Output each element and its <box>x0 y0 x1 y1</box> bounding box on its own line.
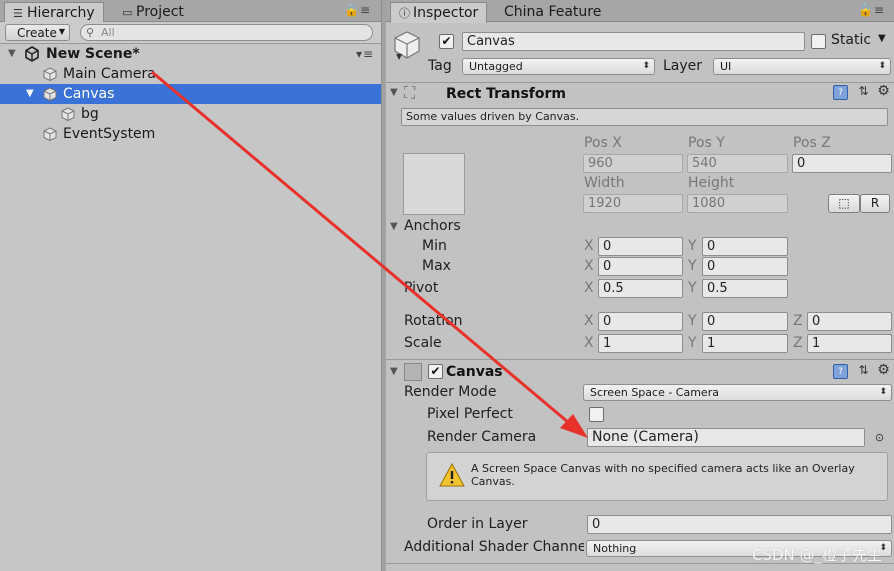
rotation-z-field[interactable]: 0 <box>807 312 892 331</box>
pos-x-field[interactable]: 960 <box>583 154 683 173</box>
pos-y-field[interactable]: 540 <box>687 154 788 173</box>
hierarchy-toolbar: Create ▼ ⚲ All <box>0 22 381 44</box>
scene-row[interactable]: ▼ New Scene* ▾≡ <box>0 44 381 64</box>
layer-dropdown[interactable]: UI ⬍ <box>713 58 891 75</box>
rect-transform-icon: ⛶ <box>404 83 416 102</box>
updown-icon: ⬍ <box>642 61 650 71</box>
lock-menu-icon[interactable]: 🔒≡ <box>858 3 885 17</box>
list-item-canvas[interactable]: ▼ Canvas <box>0 84 381 104</box>
hierarchy-tabbar: ☰ Hierarchy ▭ Project 🔒≡ <box>0 0 381 23</box>
scale-z-field[interactable]: 1 <box>807 334 892 353</box>
height-field[interactable]: 1080 <box>687 194 788 213</box>
icon-dropdown-arrow[interactable]: ▼ <box>396 52 402 61</box>
collapse-triangle-icon[interactable]: ▼ <box>390 87 398 98</box>
updown-icon: ⬍ <box>878 61 886 71</box>
raw-edit-button[interactable]: R <box>860 194 890 213</box>
expand-triangle-icon[interactable]: ▼ <box>26 84 34 104</box>
gameobject-cube-icon <box>43 67 57 81</box>
updown-icon: ⬍ <box>879 387 887 397</box>
object-name-field[interactable]: Canvas <box>462 32 805 51</box>
anchors-triangle-icon[interactable]: ▼ <box>390 221 398 232</box>
list-item-bg[interactable]: bg <box>0 104 381 124</box>
list-item-eventsystem[interactable]: EventSystem <box>0 124 381 144</box>
expand-triangle-icon[interactable]: ▼ <box>8 44 16 64</box>
tag-dropdown[interactable]: Untagged ⬍ <box>462 58 655 75</box>
rotation-y-field[interactable]: 0 <box>702 312 788 331</box>
inspector-panel: ⓘ Inspector China Feature 🔒≡ ▼ ✔ Canvas S… <box>386 0 894 571</box>
canvas-component-icon <box>404 363 422 381</box>
help-book-icon[interactable]: ? <box>833 364 848 379</box>
scale-y-field[interactable]: 1 <box>702 334 788 353</box>
folder-icon: ▭ <box>122 6 133 19</box>
create-button[interactable]: Create ▼ <box>5 24 70 41</box>
gameobject-cube-icon <box>43 87 57 101</box>
search-icon: ⚲ <box>86 26 95 39</box>
scene-menu-icon[interactable]: ▾≡ <box>356 44 374 64</box>
pixel-perfect-checkbox[interactable] <box>589 407 604 422</box>
collapse-triangle-icon[interactable]: ▼ <box>390 366 398 377</box>
scale-x-field[interactable]: 1 <box>598 334 683 353</box>
dropdown-arrow-icon: ▼ <box>58 27 65 36</box>
search-input[interactable]: ⚲ All <box>80 24 373 41</box>
order-in-layer-field[interactable]: 0 <box>587 515 892 534</box>
watermark-text: CSDN @_橙子先生 <box>751 546 882 564</box>
active-checkbox[interactable]: ✔ <box>439 34 454 49</box>
rect-transform-header[interactable]: ▼ ⛶ Rect Transform ? ⇅ ⚙ <box>386 82 894 104</box>
scene-name: New Scene* <box>46 46 140 62</box>
preset-sliders-icon[interactable]: ⇅ <box>856 84 871 99</box>
static-label: Static <box>831 32 872 48</box>
object-picker-icon[interactable]: ⊙ <box>872 430 887 445</box>
warning-text: A Screen Space Canvas with no specified … <box>471 462 855 488</box>
gameobject-cube-icon <box>61 107 75 121</box>
dotted-rect-icon: ⬚ <box>838 196 850 210</box>
preset-sliders-icon[interactable]: ⇅ <box>856 363 871 378</box>
list-item-main-camera[interactable]: Main Camera <box>0 64 381 84</box>
static-dropdown-icon[interactable]: ▼ <box>878 33 886 44</box>
anchor-preset-widget[interactable] <box>403 153 465 215</box>
blueprint-mode-button[interactable]: ⬚ <box>828 194 860 213</box>
gameobject-cube-icon <box>43 127 57 141</box>
tab-hierarchy[interactable]: ☰ Hierarchy <box>4 2 104 23</box>
warning-icon <box>439 463 465 487</box>
inspector-tabbar: ⓘ Inspector China Feature 🔒≡ <box>386 0 894 23</box>
pos-z-field[interactable]: 0 <box>792 154 892 173</box>
warning-helpbox: A Screen Space Canvas with no specified … <box>426 452 888 501</box>
tab-inspector[interactable]: ⓘ Inspector <box>390 2 488 23</box>
hierarchy-panel: ☰ Hierarchy ▭ Project 🔒≡ Create ▼ ⚲ All ▼ … <box>0 0 381 571</box>
anchor-max-x-field[interactable]: 0 <box>598 257 683 276</box>
rotation-x-field[interactable]: 0 <box>598 312 683 331</box>
settings-gear-icon[interactable]: ⚙ <box>876 84 891 99</box>
anchor-min-x-field[interactable]: 0 <box>598 237 683 256</box>
canvas-enabled-checkbox[interactable]: ✔ <box>428 364 443 379</box>
info-icon: ⓘ <box>399 7 410 20</box>
width-field[interactable]: 1920 <box>583 194 683 213</box>
anchor-min-y-field[interactable]: 0 <box>702 237 788 256</box>
anchor-max-y-field[interactable]: 0 <box>702 257 788 276</box>
render-camera-field[interactable]: None (Camera) <box>587 428 865 447</box>
static-checkbox[interactable] <box>811 34 826 49</box>
pivot-x-field[interactable]: 0.5 <box>598 279 683 298</box>
render-mode-dropdown[interactable]: Screen Space - Camera ⬍ <box>583 384 892 401</box>
tab-project[interactable]: ▭ Project <box>114 2 192 23</box>
settings-gear-icon[interactable]: ⚙ <box>876 363 891 378</box>
list-icon: ☰ <box>13 7 23 20</box>
canvas-component-header[interactable]: ▼ ✔ Canvas ? ⇅ ⚙ <box>386 359 894 381</box>
unity-logo-icon <box>25 46 39 62</box>
help-book-icon[interactable]: ? <box>833 85 848 100</box>
driven-note: Some values driven by Canvas. <box>401 108 888 126</box>
lock-menu-icon[interactable]: 🔒≡ <box>344 3 371 17</box>
pivot-y-field[interactable]: 0.5 <box>702 279 788 298</box>
tab-china-feature[interactable]: China Feature <box>496 2 609 23</box>
